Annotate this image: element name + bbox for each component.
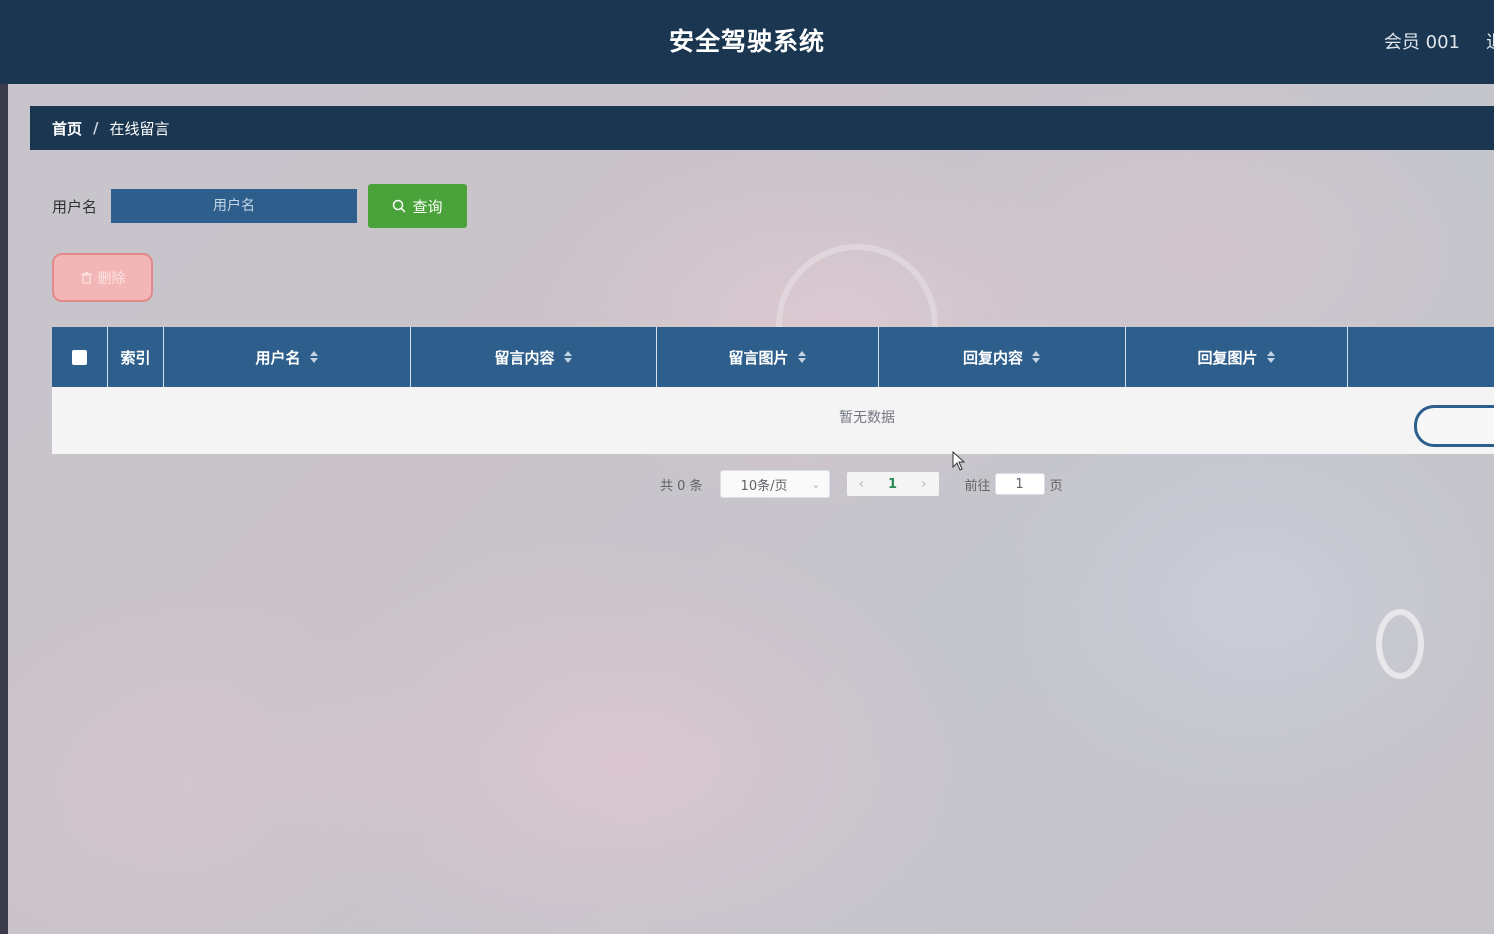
page-number-current[interactable]: 1 (888, 477, 897, 492)
search-username-label: 用户名 (52, 198, 98, 216)
table-body: 暂无数据 (52, 387, 1494, 454)
column-header-label: 回复图片 (1197, 348, 1258, 367)
message-table: 索引 用户名 留言内容 留言图片 回复内容 回复图片 暂无数据 (52, 327, 1494, 454)
empty-state-text: 暂无数据 (839, 410, 895, 426)
trash-icon (81, 271, 91, 284)
column-header-message-image[interactable]: 留言图片 (657, 327, 879, 387)
column-header-label: 用户名 (255, 348, 301, 367)
breadcrumb-current: 在线留言 (109, 119, 170, 138)
column-select-all (52, 327, 108, 387)
breadcrumb: 首页 / 在线留言 (30, 106, 1494, 150)
search-username-input[interactable] (111, 189, 357, 223)
query-button-label: 查询 (412, 197, 443, 216)
sort-icon[interactable] (563, 350, 573, 364)
sort-icon[interactable] (1266, 350, 1276, 364)
column-header-label: 回复内容 (962, 348, 1023, 367)
app-title: 安全驾驶系统 (668, 27, 825, 56)
search-icon (393, 199, 406, 213)
breadcrumb-home[interactable]: 首页 (52, 118, 82, 139)
pagination-total: 共 0 条 (660, 478, 703, 494)
sort-icon[interactable] (1031, 350, 1041, 364)
column-header-actions (1348, 327, 1494, 387)
column-header-reply-image[interactable]: 回复图片 (1126, 327, 1348, 387)
page-size-select[interactable]: 10条/页 ⌄ (719, 470, 830, 498)
sort-icon[interactable] (309, 350, 319, 364)
top-bar: 安全驾驶系统 会员 001 退 (0, 0, 1494, 84)
user-label[interactable]: 会员 001 (1384, 28, 1460, 54)
next-page-icon[interactable]: › (921, 477, 926, 492)
column-header-index: 索引 (108, 327, 164, 387)
goto-label: 前往 (964, 478, 991, 494)
column-header-reply-content[interactable]: 回复内容 (879, 327, 1126, 387)
column-header-label: 留言图片 (728, 348, 789, 367)
column-header-label: 留言内容 (494, 348, 555, 367)
goto-page-input[interactable] (994, 473, 1045, 495)
logout-link-partial[interactable]: 退 (1486, 28, 1494, 54)
mouse-cursor-icon (952, 451, 966, 471)
query-button[interactable]: 查询 (368, 184, 467, 228)
row-action-button-partial[interactable] (1414, 405, 1494, 447)
page-suffix: 页 (1049, 478, 1063, 494)
column-header-message-content[interactable]: 留言内容 (411, 327, 657, 387)
table-header: 索引 用户名 留言内容 留言图片 回复内容 回复图片 (52, 327, 1494, 387)
column-header-username[interactable]: 用户名 (164, 327, 411, 387)
select-all-checkbox[interactable] (72, 349, 87, 365)
delete-button-label: 删除 (97, 270, 126, 287)
page-size-value: 10条/页 (740, 478, 788, 494)
breadcrumb-separator: / (93, 119, 99, 137)
chevron-down-icon: ⌄ (811, 477, 821, 491)
sort-icon[interactable] (797, 350, 807, 364)
pager: ‹ 1 › (846, 472, 939, 496)
column-header-label: 索引 (120, 348, 151, 367)
pagination: 共 0 条 10条/页 ⌄ ‹ 1 › 前往 页 (660, 470, 1063, 498)
prev-page-icon[interactable]: ‹ (859, 477, 864, 492)
delete-button[interactable]: 删除 (52, 253, 153, 302)
